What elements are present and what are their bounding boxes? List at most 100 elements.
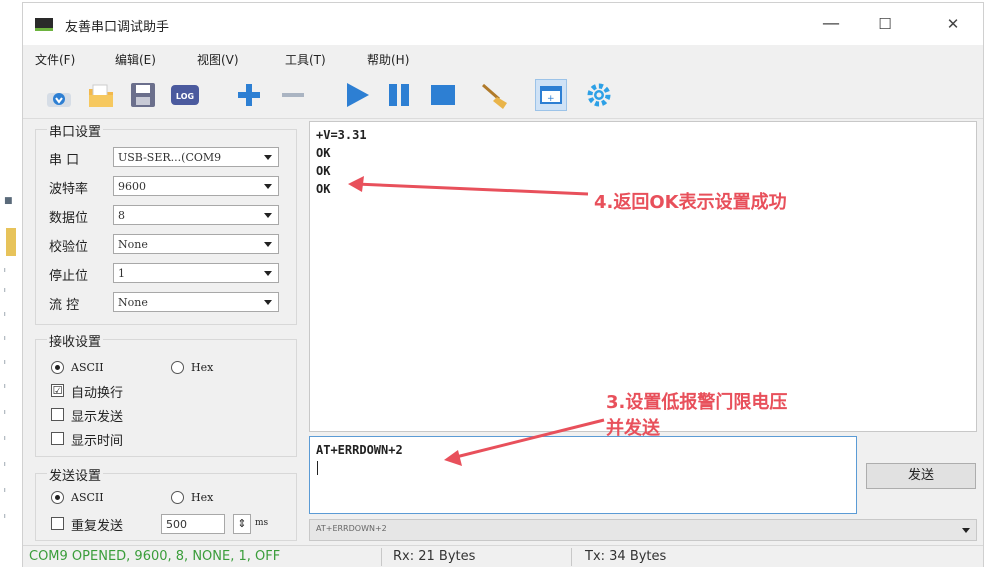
stopbits-label: 停止位 [49, 269, 89, 284]
new-window-icon[interactable]: + [535, 79, 567, 111]
interval-stepper[interactable]: ⇕ [233, 514, 251, 534]
save-icon[interactable] [127, 79, 159, 111]
bg-glyph: ᴵ [4, 488, 6, 498]
minimize-button[interactable]: — [811, 11, 851, 37]
bg-glyph: ᴵ [4, 436, 6, 446]
bg-glyph: ᴵ [4, 268, 6, 278]
flow-value: None [118, 296, 148, 309]
receive-hex-radio[interactable] [171, 361, 184, 374]
serial-assistant-window: 友善串口调试助手 — ☐ ✕ 文件(F) 编辑(E) 视图(V) 工具(T) 帮… [22, 2, 984, 567]
parity-value: None [118, 238, 148, 251]
bg-yellow-mark [6, 228, 16, 256]
repeat-send-checkbox[interactable] [51, 517, 64, 530]
bg-glyph: ᴵ [4, 410, 6, 420]
play-icon[interactable] [341, 79, 373, 111]
menu-file[interactable]: 文件(F) [35, 51, 75, 68]
bg-glyph: ᴵ [4, 514, 6, 524]
menu-help[interactable]: 帮助(H) [367, 51, 409, 68]
serial-settings-title: 串口设置 [47, 121, 104, 140]
menu-view[interactable]: 视图(V) [197, 51, 239, 68]
chevron-down-icon [264, 184, 272, 189]
toolbar: LOG + [23, 73, 983, 119]
send-text: AT+ERRDOWN+2 [316, 443, 403, 457]
menu-bar: 文件(F) 编辑(E) 视图(V) 工具(T) 帮助(H) [23, 47, 983, 71]
bg-glyph: ᴵ [4, 384, 6, 394]
chevron-down-icon [264, 271, 272, 276]
auto-newline-checkbox[interactable]: ☑ [51, 384, 64, 397]
send-ascii-radio[interactable] [51, 491, 64, 504]
flow-label: 流 控 [49, 298, 80, 313]
repeat-interval-input[interactable]: 500 [161, 514, 225, 534]
chevron-down-icon [962, 528, 970, 533]
history-value: AT+ERRDOWN+2 [316, 524, 387, 533]
tx-count: Tx: 34 Bytes [585, 549, 667, 564]
bg-glyph: ᴵ [4, 312, 6, 322]
send-button[interactable]: 发送 [866, 463, 976, 489]
download-icon[interactable] [43, 79, 75, 111]
menu-edit[interactable]: 编辑(E) [115, 51, 156, 68]
flow-select[interactable]: None [113, 292, 279, 312]
databits-label: 数据位 [49, 211, 89, 226]
parity-select[interactable]: None [113, 234, 279, 254]
receive-settings-title: 接收设置 [47, 331, 104, 350]
send-ascii-label: ASCII [71, 491, 104, 504]
background-strip: ■ ᴵ ᴵ ᴵ ᴵ ᴵ ᴵ ᴵ ᴵ ᴵ ᴵ ᴵ [0, 0, 22, 569]
stopbits-value: 1 [118, 267, 125, 280]
annotation-step3-line1: 3.设置低报警门限电压 [606, 392, 788, 413]
receive-ascii-radio[interactable] [51, 361, 64, 374]
send-text-area[interactable]: AT+ERRDOWN+2 [309, 436, 857, 514]
receive-line: +V=3.31 [316, 128, 367, 142]
log-icon[interactable]: LOG [169, 79, 201, 111]
auto-newline-label: 自动换行 [71, 386, 124, 401]
window-title: 友善串口调试助手 [65, 20, 170, 35]
receive-text-area[interactable]: +V=3.31 OK OK OK [309, 121, 977, 432]
show-time-checkbox[interactable] [51, 432, 64, 445]
port-label: 串 口 [49, 153, 80, 168]
receive-line: OK [316, 182, 331, 196]
menu-tools[interactable]: 工具(T) [285, 51, 326, 68]
interval-unit: ms [255, 518, 269, 528]
parity-label: 校验位 [49, 240, 89, 255]
title-bar: 友善串口调试助手 — ☐ ✕ [23, 3, 983, 45]
bg-glyph: ■ [4, 196, 13, 206]
show-send-checkbox[interactable] [51, 408, 64, 421]
receive-line: OK [316, 146, 331, 160]
stop-icon[interactable] [427, 79, 459, 111]
send-settings-title: 发送设置 [47, 465, 104, 484]
databits-value: 8 [118, 209, 125, 222]
send-hex-radio[interactable] [171, 491, 184, 504]
status-bar: COM9 OPENED, 9600, 8, NONE, 1, OFF Rx: 2… [23, 545, 983, 567]
bg-glyph: ᴵ [4, 360, 6, 370]
clear-broom-icon[interactable] [479, 79, 511, 111]
status-divider [381, 548, 382, 566]
show-send-label: 显示发送 [71, 410, 124, 425]
close-button[interactable]: ✕ [933, 11, 973, 37]
databits-select[interactable]: 8 [113, 205, 279, 225]
bg-glyph: ᴵ [4, 462, 6, 472]
remove-icon[interactable] [277, 79, 309, 111]
add-icon[interactable] [233, 79, 265, 111]
baud-value: 9600 [118, 180, 146, 193]
receive-hex-label: Hex [191, 361, 214, 374]
baud-select[interactable]: 9600 [113, 176, 279, 196]
port-select[interactable]: USB-SER...(COM9 [113, 147, 279, 167]
annotation-step4: 4.返回OK表示设置成功 [594, 192, 787, 213]
bg-glyph: ᴵ [4, 288, 6, 298]
receive-ascii-label: ASCII [71, 361, 104, 374]
pause-icon[interactable] [383, 79, 415, 111]
stopbits-select[interactable]: 1 [113, 263, 279, 283]
show-time-label: 显示时间 [71, 434, 124, 449]
bg-glyph: ᴵ [4, 336, 6, 346]
send-hex-label: Hex [191, 491, 214, 504]
maximize-button[interactable]: ☐ [865, 11, 905, 37]
chevron-down-icon [264, 155, 272, 160]
chevron-down-icon [264, 213, 272, 218]
receive-line: OK [316, 164, 331, 178]
app-icon [35, 18, 53, 31]
svg-text:+: + [547, 94, 555, 104]
port-status: COM9 OPENED, 9600, 8, NONE, 1, OFF [29, 549, 281, 564]
send-history-select[interactable]: AT+ERRDOWN+2 [309, 519, 977, 541]
settings-gear-icon[interactable] [583, 79, 615, 111]
repeat-send-label: 重复发送 [71, 519, 124, 534]
open-folder-icon[interactable] [85, 79, 117, 111]
